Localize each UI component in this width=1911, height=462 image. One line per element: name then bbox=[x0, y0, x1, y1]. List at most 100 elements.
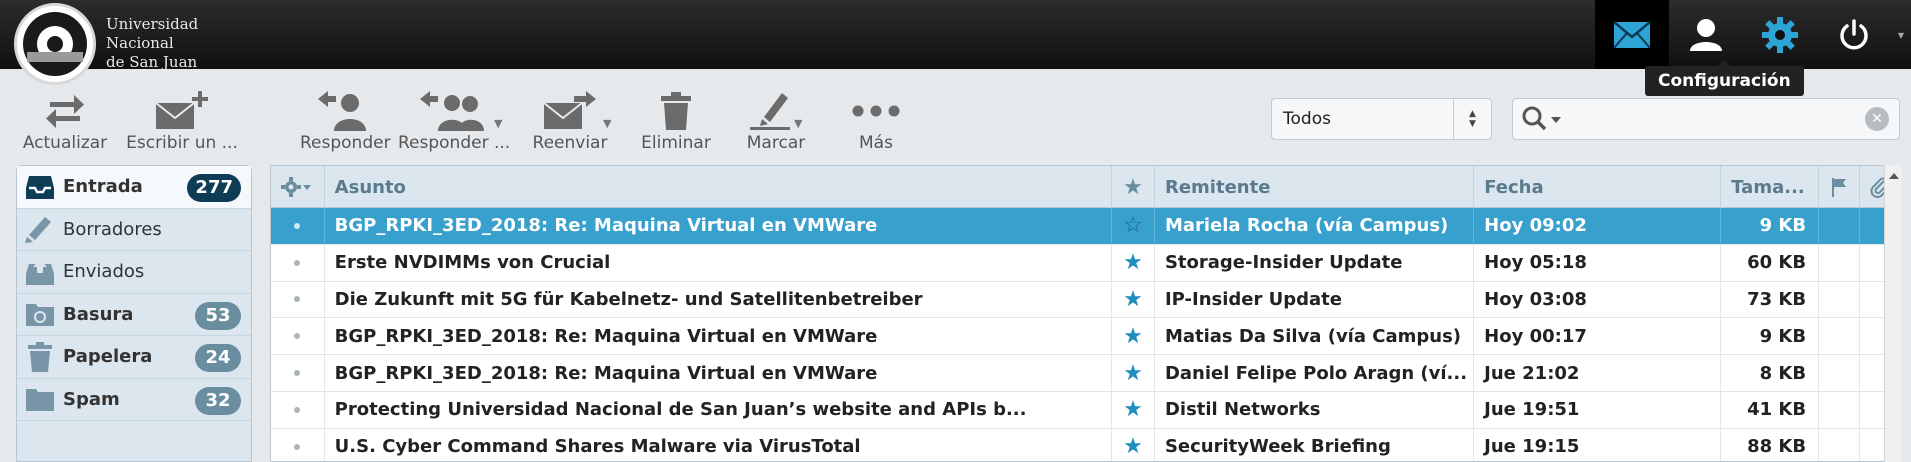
sent-icon bbox=[26, 258, 54, 285]
top-icons: ▾ bbox=[1595, 0, 1911, 69]
star-toggle[interactable]: ★ bbox=[1112, 355, 1155, 391]
flag-cell[interactable] bbox=[1819, 428, 1861, 461]
user-icon bbox=[1690, 18, 1722, 51]
filter-select[interactable]: Todos ▲ ▼ bbox=[1271, 98, 1492, 140]
forward-button[interactable]: Reenviar bbox=[530, 89, 610, 153]
column-subject[interactable]: Asunto bbox=[325, 166, 1113, 208]
message-subject[interactable]: U.S. Cyber Command Shares Malware via Vi… bbox=[325, 428, 1113, 461]
message-date: Hoy 05:18 bbox=[1474, 244, 1722, 281]
university-name: Universidad Nacional de San Juan bbox=[106, 15, 198, 72]
compose-button[interactable]: Escribir un ... bbox=[122, 89, 242, 153]
flag-cell[interactable] bbox=[1819, 281, 1861, 318]
reply-all-caret-icon[interactable]: ▼ bbox=[494, 117, 502, 130]
scroll-up-arrow-icon[interactable] bbox=[1889, 173, 1899, 179]
message-row[interactable]: BGP_RPKI_3ED_2018: Re: Maquina Virtual e… bbox=[271, 208, 1901, 245]
list-options-button[interactable] bbox=[271, 166, 325, 208]
star-toggle[interactable]: ★ bbox=[1112, 244, 1155, 281]
unread-count-badge: 32 bbox=[195, 386, 241, 415]
flag-cell[interactable] bbox=[1819, 208, 1861, 244]
folder-spam[interactable]: Spam 32 bbox=[17, 379, 251, 421]
unread-count-badge: 24 bbox=[195, 344, 241, 372]
list-scrollbar[interactable] bbox=[1884, 165, 1902, 462]
message-subject[interactable]: Protecting Universidad Nacional de San J… bbox=[325, 391, 1113, 428]
flag-cell[interactable] bbox=[1819, 318, 1861, 355]
mark-caret-icon[interactable]: ▼ bbox=[794, 117, 802, 130]
folder-trash[interactable]: Papelera 24 bbox=[17, 336, 251, 379]
university-name-line: Universidad bbox=[106, 15, 199, 33]
reply-all-button[interactable]: Responder ... bbox=[398, 89, 510, 153]
folder-sent[interactable]: Enviados bbox=[17, 251, 251, 294]
star-toggle[interactable]: ★ bbox=[1112, 391, 1155, 428]
message-row[interactable]: BGP_RPKI_3ED_2018: Re: Maquina Virtual e… bbox=[271, 355, 1901, 392]
message-from: Daniel Felipe Polo Aragn (ví... bbox=[1155, 355, 1475, 391]
message-subject[interactable]: BGP_RPKI_3ED_2018: Re: Maquina Virtual e… bbox=[325, 208, 1113, 244]
search-icon[interactable] bbox=[1521, 105, 1567, 133]
message-subject[interactable]: Erste NVDIMMs von Crucial bbox=[325, 244, 1113, 281]
status-cell bbox=[271, 318, 325, 355]
star-toggle[interactable]: ★ bbox=[1112, 281, 1155, 318]
more-button[interactable]: Más bbox=[836, 89, 916, 153]
message-from: IP-Insider Update bbox=[1155, 281, 1475, 318]
mail-icon bbox=[1613, 20, 1651, 49]
star-toggle[interactable]: ★ bbox=[1112, 318, 1155, 355]
mark-button[interactable]: Marcar bbox=[736, 89, 816, 153]
folder-inbox[interactable]: Entrada 277 bbox=[17, 166, 251, 209]
refresh-label: Actualizar bbox=[22, 133, 108, 153]
from-text: Mariela Rocha (vía Campus) bbox=[1164, 215, 1449, 237]
profile-button[interactable] bbox=[1669, 0, 1743, 69]
flag-cell[interactable] bbox=[1819, 391, 1861, 428]
logout-button[interactable] bbox=[1817, 0, 1891, 69]
power-icon bbox=[1840, 18, 1868, 49]
settings-button[interactable] bbox=[1743, 0, 1817, 69]
mark-label: Marcar bbox=[746, 133, 806, 153]
star-icon: ★ bbox=[1123, 323, 1143, 349]
flag-cell[interactable] bbox=[1819, 355, 1861, 391]
flag-cell[interactable] bbox=[1819, 244, 1861, 281]
column-from[interactable]: Remitente bbox=[1155, 166, 1475, 208]
menu-caret-icon[interactable]: ▾ bbox=[1891, 0, 1911, 69]
message-date: Hoy 00:17 bbox=[1474, 318, 1722, 355]
refresh-button[interactable]: Actualizar bbox=[20, 89, 110, 153]
status-dot bbox=[294, 406, 301, 413]
search-input[interactable] bbox=[1567, 100, 1865, 138]
message-subject[interactable]: Die Zukunft mit 5G für Kabelnetz- und Sa… bbox=[325, 281, 1113, 318]
forward-caret-icon[interactable]: ▼ bbox=[603, 117, 611, 130]
folder-drafts[interactable]: Borradores bbox=[17, 209, 251, 251]
message-date: Hoy 09:02 bbox=[1474, 208, 1722, 244]
column-flag[interactable] bbox=[1819, 166, 1861, 208]
delete-button[interactable]: Eliminar bbox=[636, 89, 716, 153]
message-subject[interactable]: BGP_RPKI_3ED_2018: Re: Maquina Virtual e… bbox=[325, 355, 1113, 391]
message-row[interactable]: U.S. Cyber Command Shares Malware via Vi… bbox=[271, 428, 1901, 461]
message-size: 60 KB bbox=[1721, 244, 1820, 281]
folder-label: Entrada bbox=[63, 176, 143, 198]
gear-icon bbox=[281, 177, 312, 197]
star-toggle[interactable]: ★ bbox=[1112, 428, 1155, 461]
message-row[interactable]: BGP_RPKI_3ED_2018: Re: Maquina Virtual e… bbox=[271, 318, 1901, 356]
clear-search-icon[interactable]: ✕ bbox=[1865, 107, 1889, 131]
inbox-icon bbox=[26, 175, 54, 199]
folder-label: Basura bbox=[63, 303, 134, 325]
reply-button[interactable]: Responder bbox=[300, 89, 391, 153]
refresh-icon bbox=[46, 95, 84, 128]
message-subject[interactable]: BGP_RPKI_3ED_2018: Re: Maquina Virtual e… bbox=[325, 318, 1113, 355]
message-from: SecurityWeek Briefing bbox=[1155, 428, 1475, 461]
column-flagged[interactable]: ★ bbox=[1112, 166, 1155, 208]
folder-junk[interactable]: Basura 53 bbox=[17, 294, 251, 336]
message-from: Mariela Rocha (vía Campus) bbox=[1155, 208, 1475, 244]
trash-icon bbox=[661, 92, 691, 130]
forward-label: Reenviar bbox=[532, 133, 608, 153]
mail-button[interactable] bbox=[1595, 0, 1669, 69]
message-row[interactable]: Erste NVDIMMs von Crucial ★ Storage-Insi… bbox=[271, 244, 1901, 282]
subject-text: BGP_RPKI_3ED_2018: Re: Maquina Virtual e… bbox=[334, 362, 878, 384]
message-row[interactable]: Die Zukunft mit 5G für Kabelnetz- und Sa… bbox=[271, 281, 1901, 319]
message-from: Matias Da Silva (vía Campus) bbox=[1155, 318, 1475, 355]
message-from: Storage-Insider Update bbox=[1155, 244, 1475, 281]
message-row[interactable]: Protecting Universidad Nacional de San J… bbox=[271, 391, 1901, 429]
column-date[interactable]: Fecha bbox=[1474, 166, 1722, 208]
from-text: Daniel Felipe Polo Aragn (ví... bbox=[1164, 362, 1468, 384]
from-text: Distil Networks bbox=[1164, 399, 1321, 421]
star-toggle[interactable]: ☆ bbox=[1112, 208, 1155, 244]
column-size[interactable]: Tama... bbox=[1721, 166, 1820, 208]
gear-icon bbox=[1762, 16, 1798, 53]
pencil-icon bbox=[25, 217, 51, 244]
